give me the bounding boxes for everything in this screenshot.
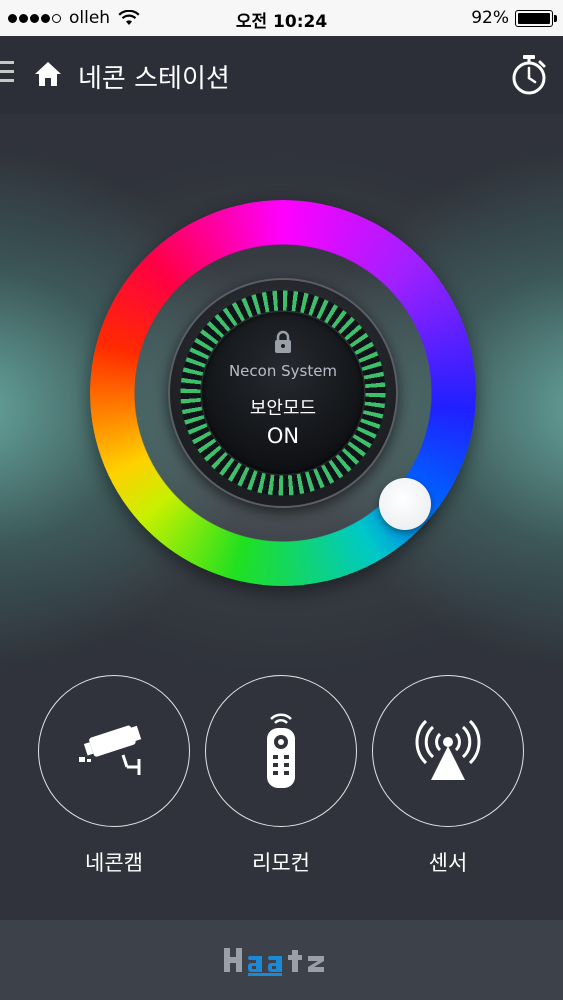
status-right: 92% [471,8,557,28]
remote-control-icon [267,713,295,788]
state-label: ON [266,424,300,448]
page-title: 네콘 스테이션 [78,64,230,94]
brand-logo [224,948,324,976]
camera-button-circle[interactable] [38,675,190,827]
status-bar: olleh 오전 10:24 92% [0,0,563,36]
remote-button[interactable]: 리모컨 [205,675,357,877]
sensor-button[interactable]: 센서 [372,675,524,877]
cctv-camera-icon [79,725,142,775]
main-area: Necon System 보안모드 ON 네콘캠 리모컨 센서 [0,114,563,920]
system-label: Necon System [228,362,338,380]
camera-label: 네콘캠 [85,851,143,875]
battery-percent: 92% [471,8,509,28]
remote-label: 리모컨 [252,851,310,875]
battery-icon [515,9,557,27]
footer [0,920,563,1000]
sensor-button-circle[interactable] [372,675,524,827]
mode-label: 보안모드 [249,398,317,419]
menu-icon[interactable] [0,61,14,88]
app-header: 네콘 스테이션 [0,36,563,114]
feature-buttons: 네콘캠 리모컨 센서 [0,675,563,875]
home-icon[interactable] [33,60,63,88]
sensor-icon [415,720,481,780]
remote-button-circle[interactable] [205,675,357,827]
color-dial[interactable]: Necon System 보안모드 ON [90,200,476,586]
color-slider-handle[interactable] [379,478,431,530]
lock-icon [275,330,291,353]
knob-face: Necon System 보안모드 ON [202,312,364,474]
camera-button[interactable]: 네콘캠 [38,675,190,877]
sensor-label: 센서 [428,851,468,875]
timer-icon[interactable] [509,54,549,96]
security-mode-button[interactable]: Necon System 보안모드 ON [168,278,398,508]
